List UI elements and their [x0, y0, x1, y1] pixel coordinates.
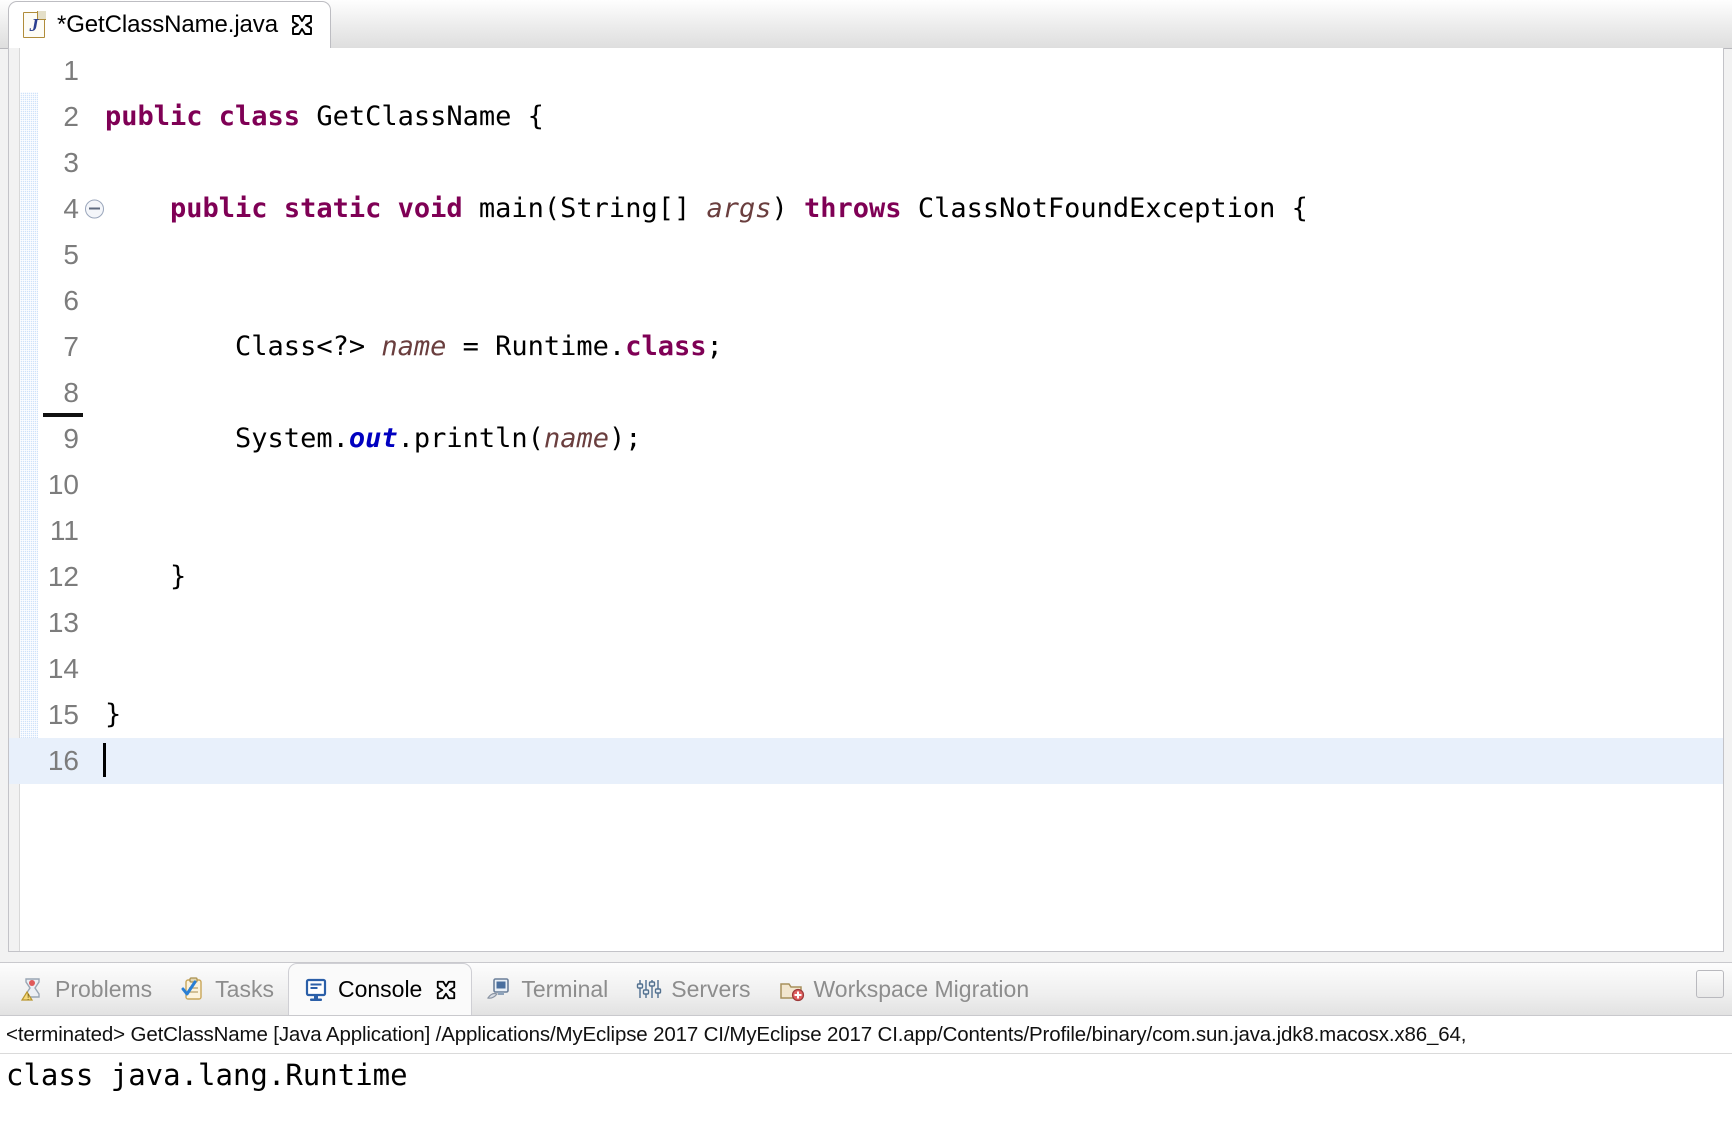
code-token: System.	[105, 423, 349, 454]
view-tab-workspace-migration[interactable]: Workspace Migration	[765, 963, 1044, 1015]
editor-area: J *GetClassName.java 1 2 public class GetC…	[0, 0, 1732, 960]
code-line-12[interactable]: 12 }	[9, 554, 1723, 600]
code-token: );	[608, 423, 642, 454]
view-tab-label: Tasks	[215, 975, 274, 1002]
code-token: }	[105, 699, 122, 730]
code-token: public class	[105, 101, 317, 132]
view-tab-label: Console	[337, 976, 423, 1002]
line-number-14: 14	[47, 653, 79, 684]
line-number-13: 13	[47, 607, 79, 638]
line-number-6: 6	[63, 285, 79, 316]
migration-icon	[779, 976, 805, 1002]
view-tab-terminal[interactable]: Terminal	[472, 963, 622, 1015]
text-caret	[103, 743, 106, 777]
code-lines[interactable]: 1 2 public class GetClassName {3 4 public s…	[9, 48, 1723, 951]
line-number-4: 4	[63, 193, 79, 224]
line-number-1: 1	[63, 55, 79, 86]
java-file-icon: J	[23, 11, 46, 38]
code-token: args	[706, 193, 772, 224]
code-text: }	[83, 554, 1723, 600]
view-tab-bar[interactable]: ! Problems Tasks Console Terminal Servers Work…	[0, 962, 1732, 1016]
code-token: }	[105, 561, 187, 592]
code-line-15[interactable]: 15}	[9, 692, 1723, 738]
code-token: main(String[]	[478, 193, 707, 224]
console-output: class java.lang.Runtime	[6, 1058, 408, 1092]
line-number-16: 16	[47, 745, 79, 776]
line-number-3: 3	[63, 147, 79, 178]
code-text: public class GetClassName {	[83, 94, 1723, 140]
view-tab-label: Servers	[671, 975, 751, 1002]
servers-icon	[636, 976, 662, 1002]
line-number-2: 2	[63, 101, 79, 132]
code-line-5[interactable]: 5	[9, 232, 1723, 278]
code-token: GetClassName {	[316, 101, 544, 132]
code-token: out	[348, 423, 398, 454]
view-tab-problems[interactable]: ! Problems	[6, 963, 166, 1015]
svg-text:!: !	[27, 993, 29, 1002]
code-line-16[interactable]: 16	[9, 738, 1723, 784]
line-number-11: 11	[49, 515, 79, 546]
editor-tab-getclassname[interactable]: J *GetClassName.java	[8, 1, 331, 48]
editor-tab-label: *GetClassName.java	[57, 11, 278, 38]
code-token: .println(	[397, 423, 544, 454]
line-number-12: 12	[47, 561, 79, 592]
code-line-9[interactable]: 9 System.out.println(name);	[9, 416, 1723, 462]
code-line-11[interactable]: 11	[9, 508, 1723, 554]
line-number-8: 8	[63, 377, 79, 408]
code-token: public static void	[170, 193, 479, 224]
code-token: name	[543, 423, 609, 454]
line-number-7: 7	[63, 331, 79, 362]
code-line-3[interactable]: 3	[9, 140, 1723, 186]
code-text: Class<?> name = Runtime.class;	[83, 324, 1723, 370]
folded-region-rule	[43, 413, 83, 417]
code-line-13[interactable]: 13	[9, 600, 1723, 646]
tasks-icon	[180, 976, 206, 1002]
code-line-1[interactable]: 1	[9, 48, 1723, 94]
code-text: System.out.println(name);	[83, 416, 1723, 462]
code-token: throws	[804, 193, 918, 224]
editor-tab-strip: J *GetClassName.java	[0, 0, 1732, 49]
view-tab-tasks[interactable]: Tasks	[166, 963, 288, 1015]
java-file-icon-letter: J	[29, 15, 39, 35]
line-number-15: 15	[47, 699, 79, 730]
console-launch-header: <terminated> GetClassName [Java Applicat…	[0, 1016, 1732, 1054]
view-tab-label: Problems	[55, 975, 153, 1002]
eclipse-window: J *GetClassName.java 1 2 public class GetC…	[0, 0, 1732, 1144]
code-token: name	[381, 331, 447, 362]
code-token: = Runtime.	[446, 331, 626, 362]
fold-collapse-icon[interactable]	[85, 199, 104, 219]
code-editor[interactable]: 1 2 public class GetClassName {3 4 public s…	[8, 48, 1724, 952]
code-line-10[interactable]: 10	[9, 462, 1723, 508]
terminal-icon	[486, 976, 512, 1002]
view-tab-console[interactable]: Console	[287, 963, 473, 1015]
code-line-8[interactable]: 8	[9, 370, 1723, 416]
code-line-14[interactable]: 14	[9, 646, 1723, 692]
line-number-9: 9	[63, 423, 79, 454]
console-icon	[303, 977, 329, 1003]
line-number-5: 5	[63, 239, 79, 270]
code-line-4[interactable]: 4 public static void main(String[] args)…	[9, 186, 1723, 232]
code-token: ClassNotFoundException {	[917, 193, 1308, 224]
code-text	[83, 738, 1723, 784]
code-line-6[interactable]: 6	[9, 278, 1723, 324]
code-token: ;	[706, 331, 723, 362]
view-tab-label: Workspace Migration	[813, 975, 1030, 1002]
bottom-view-stack: ! Problems Tasks Console Terminal Servers Work…	[0, 962, 1732, 1144]
view-tab-servers[interactable]: Servers	[622, 963, 764, 1015]
code-token: Class<?>	[105, 331, 382, 362]
code-line-2[interactable]: 2 public class GetClassName {	[9, 94, 1723, 140]
code-text: public static void main(String[] args) t…	[83, 186, 1723, 232]
view-tab-label: Terminal	[521, 975, 609, 1002]
code-line-7[interactable]: 7 Class<?> name = Runtime.class;	[9, 324, 1723, 370]
problems-icon: !	[20, 976, 46, 1002]
minimize-button[interactable]	[1696, 970, 1724, 998]
line-number-10: 10	[47, 469, 79, 500]
close-icon[interactable]	[435, 979, 457, 1001]
close-icon[interactable]	[290, 13, 314, 37]
code-text: }	[83, 692, 1723, 738]
code-token: )	[771, 193, 805, 224]
code-token: class	[625, 331, 707, 362]
